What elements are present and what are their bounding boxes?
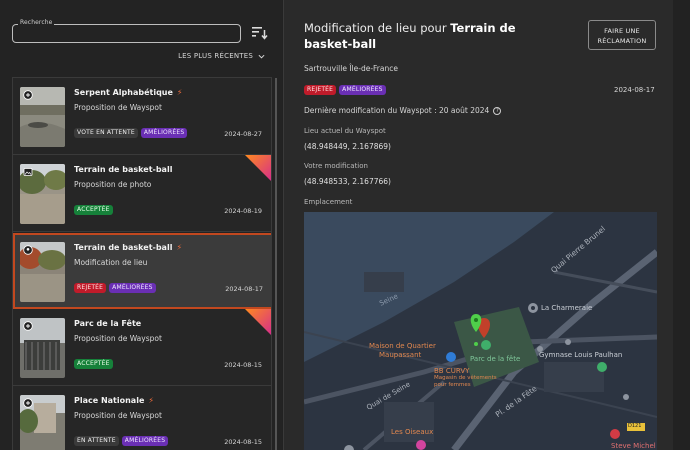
item-badges: ACCEPTÉE: [74, 359, 113, 369]
item-type: Proposition de Wayspot: [74, 334, 162, 343]
app-root: Recherche LES PLUS RÉCENTES Serpent Alph…: [0, 0, 690, 450]
last-modified-text: Dernière modification du Wayspot : 20 ao…: [304, 106, 490, 115]
item-date: 2024-08-19: [224, 207, 262, 215]
status-badge: ACCEPTÉE: [74, 205, 113, 215]
chevron-down-icon: [258, 54, 265, 59]
item-thumbnail: [20, 164, 65, 224]
contributions-sidebar: Recherche LES PLUS RÉCENTES Serpent Alph…: [0, 0, 282, 450]
item-date: 2024-08-17: [225, 285, 263, 293]
upgrade-bolt-icon: ⚡: [176, 88, 183, 97]
item-title: Terrain de basket-ball: [74, 165, 173, 174]
status-badge: EN ATTENTE: [74, 436, 119, 446]
map-label-poi-desc: Magasin de vêtements: [434, 375, 497, 381]
upgrade-badge: AMÉLIORÉES: [140, 128, 188, 138]
map-label-poi-desc: pour femmes: [434, 382, 471, 388]
item-type: Proposition de Wayspot: [74, 103, 162, 112]
list-item[interactable]: Place Nationale ⚡ Proposition de Wayspot…: [13, 386, 271, 450]
upgrade-badge: AMÉLIORÉES: [339, 85, 386, 95]
map-label-poi: Maison de Quartier: [369, 342, 436, 350]
item-badges: ACCEPTÉE: [74, 205, 113, 215]
detail-panel: Modification de lieu pour Terrain de bas…: [283, 0, 673, 450]
list-item[interactable]: Parc de la Fête Proposition de Wayspot A…: [13, 309, 271, 386]
item-title-row: Parc de la Fête: [74, 319, 141, 328]
appeal-button[interactable]: FAIRE UNE RÉCLAMATION: [588, 20, 656, 50]
status-badge: ACCEPTÉE: [74, 359, 113, 369]
map-section-label: Emplacement: [304, 198, 353, 206]
search-label: Recherche: [18, 19, 55, 26]
detail-badges: REJETÉE AMÉLIORÉES: [304, 85, 386, 95]
item-title-row: Terrain de basket-ball ⚡: [74, 243, 182, 252]
add-circle-icon: [23, 90, 33, 100]
item-title-row: Serpent Alphabétique ⚡: [74, 88, 183, 97]
last-modified: Dernière modification du Wayspot : 20 ao…: [304, 106, 502, 115]
status-badge: REJETÉE: [304, 85, 337, 95]
current-location-label: Lieu actuel du Wayspot: [304, 127, 386, 135]
map-label-road-number: D121: [628, 423, 642, 429]
add-circle-icon: [23, 321, 33, 331]
contribution-list: Serpent Alphabétique ⚡ Proposition de Wa…: [12, 77, 272, 450]
your-edit-value: (48.948533, 2.167766): [304, 177, 391, 186]
list-item-selected[interactable]: Terrain de basket-ball ⚡ Modification de…: [13, 233, 271, 309]
sort-icon[interactable]: [252, 26, 268, 40]
add-circle-icon: [23, 398, 33, 408]
item-type: Proposition de photo: [74, 180, 152, 189]
upgrade-bolt-icon: ⚡: [176, 243, 183, 252]
detail-title: Modification de lieu pour Terrain de bas…: [304, 20, 564, 52]
item-thumbnail: [20, 395, 65, 450]
detail-location: Sartrouville Île-de-France: [304, 64, 398, 73]
item-title-row: Place Nationale ⚡: [74, 396, 154, 405]
detail-date: 2024-08-17: [614, 86, 655, 94]
map-label-poi: La Charmeraie: [541, 304, 593, 312]
map-label-poi: Les Oiseaux: [391, 428, 434, 436]
item-type: Proposition de Wayspot: [74, 411, 162, 420]
item-title: Serpent Alphabétique: [74, 88, 173, 97]
item-thumbnail: [20, 242, 65, 302]
item-thumbnail: [20, 87, 65, 147]
location-pin-icon: [23, 245, 33, 255]
new-corner-ribbon: [245, 155, 271, 181]
sort-dropdown[interactable]: LES PLUS RÉCENTES: [178, 52, 265, 60]
upgrade-badge: AMÉLIORÉES: [109, 283, 156, 293]
new-corner-ribbon: [245, 309, 271, 335]
map-label-poi: Parc de la fête: [470, 355, 521, 363]
sort-dropdown-label: LES PLUS RÉCENTES: [178, 52, 253, 60]
item-title-row: Terrain de basket-ball: [74, 165, 172, 174]
map-label-poi: BB CURVY: [434, 367, 470, 375]
item-type: Modification de lieu: [74, 258, 148, 267]
item-date: 2024-08-27: [224, 130, 262, 138]
item-title: Place Nationale: [74, 396, 145, 405]
your-edit-label: Votre modification: [304, 162, 368, 170]
item-thumbnail: [20, 318, 65, 378]
detail-title-prefix: Modification de lieu pour: [304, 21, 451, 35]
current-location-value: (48.948449, 2.167869): [304, 142, 391, 151]
map-label-poi: Maupassant: [379, 351, 422, 359]
item-date: 2024-08-15: [224, 438, 262, 446]
upgrade-bolt-icon: ⚡: [148, 396, 154, 405]
item-badges: VOTE EN ATTENTE AMÉLIORÉES: [74, 128, 188, 138]
item-date: 2024-08-15: [224, 361, 262, 369]
map-label-poi: Steve Michel: [611, 442, 656, 450]
location-map[interactable]: Quai Pierre Brunel Seine La Charmeraie M…: [304, 212, 657, 450]
photo-icon: [23, 168, 33, 176]
search-input[interactable]: [12, 24, 241, 43]
list-item[interactable]: Terrain de basket-ball Proposition de ph…: [13, 155, 271, 232]
list-item[interactable]: Serpent Alphabétique ⚡ Proposition de Wa…: [13, 78, 271, 155]
item-badges: REJETÉE AMÉLIORÉES: [74, 283, 156, 293]
list-scrollbar[interactable]: [275, 78, 277, 450]
item-title: Terrain de basket-ball: [74, 243, 173, 252]
status-badge: VOTE EN ATTENTE: [74, 128, 138, 138]
help-icon[interactable]: ?: [493, 106, 502, 115]
map-label-poi: Gymnase Louis Paulhan: [539, 351, 623, 359]
item-title: Parc de la Fête: [74, 319, 142, 328]
upgrade-badge: AMÉLIORÉES: [121, 436, 169, 446]
status-badge: REJETÉE: [74, 283, 107, 293]
item-badges: EN ATTENTE AMÉLIORÉES: [74, 436, 169, 446]
